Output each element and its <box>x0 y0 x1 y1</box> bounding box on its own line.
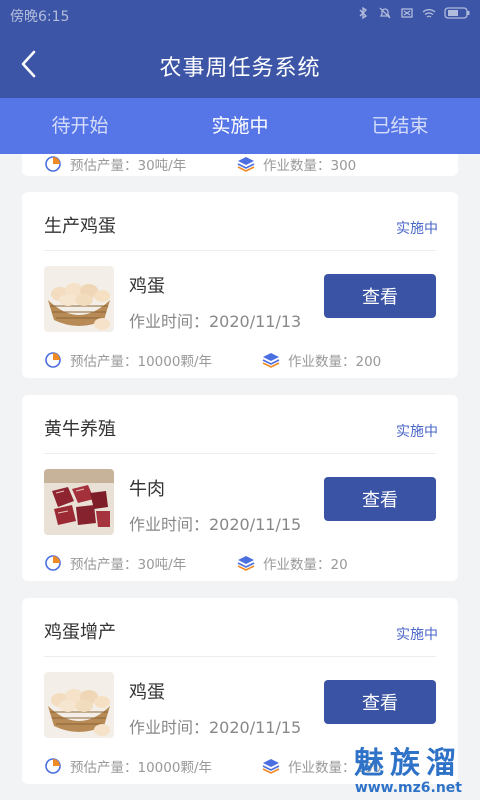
task-title: 鸡蛋增产 <box>44 622 116 643</box>
quantity-stat: 作业数量：20 <box>237 553 348 573</box>
pie-chart-icon <box>45 555 61 571</box>
status-bar: 傍晚6:15 <box>0 0 480 30</box>
layers-icon <box>237 556 255 571</box>
task-title: 生产鸡蛋 <box>44 216 116 237</box>
yield-label: 预估产量：30吨/年 <box>70 158 187 174</box>
layers-icon <box>262 353 280 368</box>
status-badge: 实施中 <box>396 221 438 237</box>
task-list[interactable]: 预估产量：30吨/年 作业数量：300 生产鸡蛋 实施中 鸡蛋 作业时间：202… <box>0 154 480 800</box>
yield-label: 预估产量：10000颗/年 <box>70 760 212 776</box>
divider <box>44 453 436 454</box>
tab-pending[interactable]: 待开始 <box>0 98 160 154</box>
product-image <box>44 672 114 738</box>
work-time: 作业时间：2020/11/13 <box>129 312 302 331</box>
product-name: 鸡蛋 <box>129 682 165 703</box>
status-badge: 实施中 <box>396 424 438 440</box>
work-time: 作业时间：2020/11/15 <box>129 718 302 737</box>
quantity-stat: 作业数量：300 <box>237 154 356 174</box>
product-image <box>44 266 114 332</box>
tab-bar: 待开始 实施中 已结束 <box>0 98 480 154</box>
task-card-partial[interactable]: 预估产量：30吨/年 作业数量：300 <box>22 154 458 176</box>
eggs-basket-icon <box>44 672 114 738</box>
product-image <box>44 469 114 535</box>
view-button[interactable]: 查看 <box>324 274 436 318</box>
product-name: 牛肉 <box>129 479 165 500</box>
beef-icon <box>44 469 114 535</box>
mute-icon <box>379 7 391 19</box>
status-badge: 实施中 <box>396 627 438 643</box>
view-button[interactable]: 查看 <box>324 477 436 521</box>
product-name: 鸡蛋 <box>129 276 165 297</box>
layers-icon <box>237 157 255 172</box>
yield-label: 预估产量：10000颗/年 <box>70 354 212 370</box>
task-card[interactable]: 生产鸡蛋 实施中 鸡蛋 作业时间：2020/11/13 查看 预估产量：1000… <box>22 192 458 378</box>
tab-finished[interactable]: 已结束 <box>320 98 480 154</box>
quantity-label: 作业数量：200 <box>288 354 382 370</box>
quantity-label: 作业数量：300 <box>263 158 357 174</box>
eggs-basket-icon <box>44 266 114 332</box>
sim-off-icon <box>401 8 413 18</box>
pie-chart-icon <box>45 156 61 172</box>
divider <box>44 250 436 251</box>
view-button[interactable]: 查看 <box>324 680 436 724</box>
pie-chart-icon <box>45 352 61 368</box>
yield-label: 预估产量：30吨/年 <box>70 557 187 573</box>
status-icons <box>356 6 470 20</box>
battery-icon <box>444 7 470 19</box>
layers-icon <box>262 759 280 774</box>
quantity-stat: 作业数量：200 <box>262 350 381 370</box>
watermark: 魅族溜 www.mz6.net <box>354 746 462 797</box>
watermark-brand: 魅族溜 <box>354 746 462 781</box>
status-time: 傍晚6:15 <box>10 9 70 25</box>
yield-stat: 预估产量：10000颗/年 <box>44 350 212 370</box>
yield-stat: 预估产量：30吨/年 <box>44 553 186 573</box>
wifi-icon <box>422 9 436 18</box>
task-card[interactable]: 黄牛养殖 实施中 牛肉 作业时间：2020/11/15 查看 预估产量：30吨/… <box>22 395 458 581</box>
yield-stat: 预估产量：30吨/年 <box>44 154 186 174</box>
quantity-label: 作业数量：20 <box>263 557 348 573</box>
watermark-url: www.mz6.net <box>354 780 462 796</box>
app-bar: 农事周任务系统 <box>0 30 480 98</box>
pie-chart-icon <box>45 758 61 774</box>
yield-stat: 预估产量：10000颗/年 <box>44 756 212 776</box>
work-time: 作业时间：2020/11/15 <box>129 515 302 534</box>
task-title: 黄牛养殖 <box>44 419 116 440</box>
bluetooth-icon <box>359 6 368 20</box>
divider <box>44 656 436 657</box>
page-title: 农事周任务系统 <box>159 56 321 81</box>
tab-in-progress[interactable]: 实施中 <box>160 98 320 154</box>
